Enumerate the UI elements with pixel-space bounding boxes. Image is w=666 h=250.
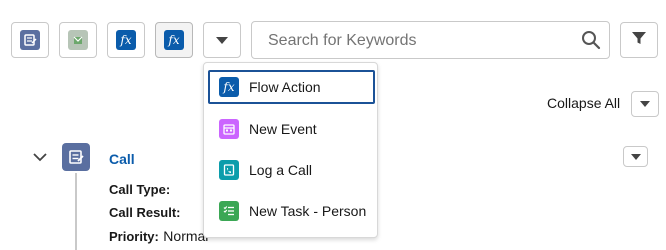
formula-icon: fx bbox=[219, 77, 239, 97]
chevron-down-icon bbox=[216, 36, 228, 44]
field-call-result: Call Result: bbox=[109, 204, 181, 222]
add-activity-dropdown-button[interactable] bbox=[203, 22, 241, 58]
menu-item-flow-action[interactable]: fx Flow Action bbox=[208, 70, 375, 104]
formula-icon: fx bbox=[116, 30, 136, 50]
menu-item-label: New Task - Person bbox=[249, 203, 367, 219]
email-icon bbox=[68, 30, 88, 50]
menu-item-log-a-call[interactable]: Log a Call bbox=[208, 153, 375, 187]
menu-item-new-event[interactable]: New Event bbox=[208, 112, 375, 146]
collapse-all-label[interactable]: Collapse All bbox=[547, 95, 620, 111]
filter-icon bbox=[631, 30, 647, 51]
item-actions-button[interactable] bbox=[623, 146, 648, 167]
task-icon bbox=[219, 201, 239, 221]
expand-chevron-icon[interactable] bbox=[33, 150, 47, 169]
field-label: Priority: bbox=[109, 229, 159, 244]
field-priority: Priority: Normal bbox=[109, 228, 208, 246]
add-activity-menu: fx Flow Action New Event Log a Call New … bbox=[203, 62, 378, 238]
flow-action-filter-active-button[interactable]: fx bbox=[155, 22, 193, 58]
timeline-item-title[interactable]: Call bbox=[109, 151, 135, 167]
menu-item-label: New Event bbox=[249, 121, 317, 137]
field-label: Call Result: bbox=[109, 205, 181, 220]
timeline-settings-button[interactable] bbox=[631, 91, 659, 117]
chevron-down-icon bbox=[640, 101, 650, 107]
search-icon[interactable] bbox=[581, 30, 601, 55]
search-input[interactable] bbox=[266, 30, 570, 52]
event-icon bbox=[219, 119, 239, 139]
menu-item-new-task-person[interactable]: New Task - Person bbox=[208, 194, 375, 228]
timeline-line bbox=[75, 173, 77, 250]
flow-action-filter-button[interactable]: fx bbox=[107, 22, 145, 58]
log-call-icon bbox=[219, 160, 239, 180]
call-record-icon bbox=[62, 143, 90, 171]
menu-item-label: Flow Action bbox=[249, 79, 321, 95]
field-call-type: Call Type: bbox=[109, 181, 170, 199]
email-type-filter-button[interactable] bbox=[59, 22, 97, 58]
call-type-filter-button[interactable] bbox=[11, 22, 49, 58]
search-box bbox=[251, 21, 610, 59]
chevron-down-icon bbox=[630, 153, 641, 160]
formula-icon: fx bbox=[164, 30, 184, 50]
field-value: Normal bbox=[163, 228, 209, 244]
menu-item-label: Log a Call bbox=[249, 162, 313, 178]
log-call-icon bbox=[20, 30, 40, 50]
field-label: Call Type: bbox=[109, 182, 171, 197]
filter-button[interactable] bbox=[620, 22, 658, 58]
